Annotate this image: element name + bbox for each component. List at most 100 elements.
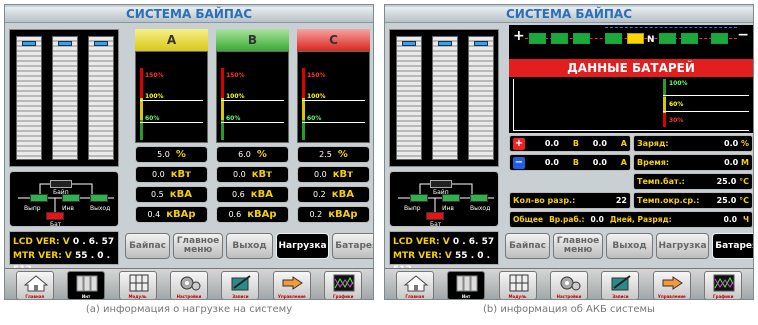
rectifier-block (410, 194, 428, 202)
tab-output[interactable]: Выход (606, 233, 653, 259)
output-block (470, 194, 488, 202)
gear-icon (180, 276, 201, 290)
phase-b-kw: 0.0 кВт (216, 166, 289, 183)
rectifier-label: Выпр (404, 205, 421, 212)
graphs-button[interactable]: Графики (704, 270, 743, 299)
battery-string-diagram: + N − (509, 25, 753, 59)
load-info-panel: СИСТЕМА БАЙПАС A B C 150% 100% 60% 150% … (4, 4, 374, 300)
rectifier-block (30, 194, 48, 202)
module-button[interactable]: Модуль (118, 270, 157, 299)
tab-main-menu[interactable]: Главное меню (173, 233, 223, 259)
module-icon (129, 274, 149, 291)
phase-c-kvar: 0.2 кВАр (297, 206, 370, 223)
level-100: 100% (669, 80, 688, 87)
module-cabinet (52, 36, 78, 160)
runtime-row: Общее Вр.раб.: 0.0 Дней, Разряд: 0.0 Ч (509, 211, 753, 228)
level-100: 100% (226, 93, 245, 100)
tab-bypass[interactable]: Байпас (125, 233, 170, 259)
records-icon (611, 274, 631, 290)
cabinet-view[interactable] (9, 29, 119, 167)
output-label: Выход (90, 205, 111, 212)
tab-bar: Байпас Главное меню Выход Нагрузка Батар… (125, 231, 373, 261)
level-60: 60% (145, 115, 160, 122)
level-150: 150% (226, 72, 245, 79)
battery-temp-row: Темп.бат.: 25.0 °C (633, 173, 753, 190)
graphs-button[interactable]: Графики (324, 270, 363, 299)
ambient-temp-row: Темп.окр.ср.: 25.0 °C (633, 192, 753, 209)
capacity-gauge: 100% 60% 30% (663, 79, 749, 131)
settings-button[interactable]: Настройки (169, 270, 208, 299)
home-button[interactable]: Главная (395, 270, 434, 299)
power-flow-mimic[interactable]: Байп Выпр Инв Выход Бат (9, 171, 119, 228)
module-cabinet (396, 36, 422, 160)
phase-c-load-chart: 150% 100% 60% (297, 51, 370, 143)
battery-capacity-chart: 100% 60% 30% (509, 77, 753, 133)
discharge-count-row: Кол-во разр.: 22 (509, 192, 631, 209)
cabinet-icon (76, 275, 98, 291)
minus-icon: − (513, 156, 525, 169)
level-150: 150% (145, 72, 164, 79)
module-cabinet (16, 36, 42, 160)
home-button[interactable]: Главная (15, 270, 54, 299)
inverter-label: Инв (62, 205, 74, 212)
phase-c-load-percent: 2.5% (297, 146, 370, 163)
tab-output[interactable]: Выход (226, 233, 273, 259)
phase-c-header: C (297, 29, 370, 51)
phase-a-kva: 0.5 кВА (135, 186, 208, 203)
home-icon (23, 274, 49, 291)
power-flow-mimic[interactable]: Байп Выпр Инв Выход Бат (389, 171, 499, 228)
plus-terminal: + (513, 28, 525, 44)
battery-label: Бат (430, 221, 442, 228)
version-info: LCD VER: V 0 . 6. 57 MTR VER: V 55 . 0 .… (389, 231, 499, 275)
hand-pointer-icon (282, 275, 303, 290)
plus-icon: + (513, 137, 525, 150)
negative-string-row: − 0.0 В 0.0 A (509, 154, 631, 171)
bypass-block (430, 180, 452, 188)
battery-block (426, 212, 444, 220)
neutral-terminal: N (647, 35, 655, 45)
phase-a-kvar: 0.4 кВАр (135, 206, 208, 223)
records-icon (231, 274, 251, 290)
tab-battery[interactable]: Батарея (332, 233, 373, 259)
output-label: Выход (470, 205, 491, 212)
level-60: 60% (669, 101, 684, 108)
tab-load[interactable]: Нагрузка (656, 233, 709, 259)
positive-string-row: + 0.0 В 0.0 A (509, 135, 631, 152)
tab-bypass[interactable]: Байпас (505, 233, 550, 259)
inverter-block (442, 194, 460, 202)
phase-b-load-chart: 150% 100% 60% (216, 51, 289, 143)
inverter-label: Инв (442, 205, 454, 212)
records-button[interactable]: Записи (601, 270, 640, 299)
module-cabinet (88, 36, 114, 160)
minus-terminal: − (737, 27, 749, 43)
tab-load[interactable]: Нагрузка (276, 233, 329, 259)
tab-battery[interactable]: Батарея (712, 233, 753, 259)
bypass-block (50, 180, 72, 188)
caption-b: (b) информация об АКБ системы (483, 304, 655, 315)
control-button[interactable]: Управление (652, 270, 691, 299)
system-title: СИСТЕМА БАЙПАС (5, 7, 373, 23)
battery-label: Бат (50, 221, 62, 228)
phase-a-header: A (135, 29, 208, 51)
phase-c-kw: 0.0 кВт (297, 166, 370, 183)
phase-b-kva: 0.6 кВА (216, 186, 289, 203)
phase-a-kw: 0.0 кВт (135, 166, 208, 183)
cabinet-view[interactable] (389, 29, 499, 167)
bottom-dock: Главная Инт Модуль Настройки Записи Упра… (385, 268, 753, 299)
records-button[interactable]: Записи (221, 270, 260, 299)
tab-main-menu[interactable]: Главное меню (553, 233, 603, 259)
phase-b-kvar: 0.6 кВАр (216, 206, 289, 223)
output-block (90, 194, 108, 202)
ups-button[interactable]: Инт (67, 270, 106, 299)
level-100: 100% (307, 93, 326, 100)
level-60: 60% (307, 115, 322, 122)
settings-button[interactable]: Настройки (549, 270, 588, 299)
module-button[interactable]: Модуль (498, 270, 537, 299)
ups-button[interactable]: Инт (447, 270, 486, 299)
battery-data-title: ДАННЫЕ БАТАРЕЙ (509, 59, 753, 77)
graph-icon (333, 274, 355, 291)
bottom-dock: Главная Инт Модуль Настройки Записи Упра… (5, 268, 373, 299)
hand-pointer-icon (662, 275, 683, 290)
control-button[interactable]: Управление (272, 270, 311, 299)
module-icon (509, 274, 529, 291)
